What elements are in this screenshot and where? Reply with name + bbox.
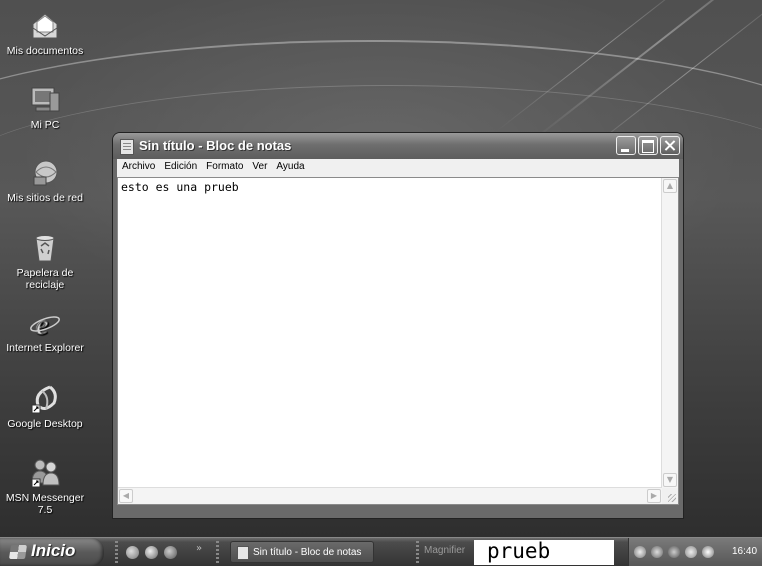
tray-network-icon[interactable] [651, 546, 663, 558]
desktop-icon-msn-messenger[interactable]: MSN Messenger 7.5 [5, 457, 85, 516]
toolbar-grip[interactable] [115, 541, 118, 563]
desktop-icon-label: Mi PC [30, 119, 60, 131]
google-desktop-icon [28, 383, 62, 415]
window-titlebar[interactable]: Sin título - Bloc de notas [113, 133, 683, 159]
toolbar-grip[interactable] [416, 541, 419, 563]
scroll-left-arrow-icon[interactable]: ◀ [119, 489, 133, 503]
tray-messenger-icon[interactable] [685, 546, 697, 558]
horizontal-scrollbar[interactable]: ◀ ▶ [118, 487, 662, 504]
tray-sound-icon[interactable] [634, 546, 646, 558]
minimize-button[interactable] [616, 136, 636, 155]
desktop-icon-label: Mis sitios de red [7, 192, 83, 204]
desktop-icon-label: Papelera de reciclaje [16, 267, 74, 291]
notepad-icon[interactable] [120, 139, 134, 155]
taskbar: Inicio » Sin título - Bloc de notas Magn… [0, 537, 762, 566]
toolbar-grip[interactable] [216, 541, 219, 563]
notepad-icon [237, 546, 249, 560]
editor-text[interactable]: esto es una prueb [121, 180, 239, 194]
window-title: Sin título - Bloc de notas [139, 138, 292, 153]
recycle-bin-icon [28, 232, 62, 264]
tray-google-desktop-icon[interactable] [702, 546, 714, 558]
start-label: Inicio [31, 541, 76, 560]
system-tray: 16:40 [628, 538, 762, 566]
clock[interactable]: 16:40 [732, 546, 757, 557]
msn-messenger-icon [28, 457, 62, 489]
scroll-down-arrow-icon[interactable]: ▼ [663, 473, 677, 487]
close-button[interactable] [660, 136, 680, 155]
vertical-scrollbar[interactable]: ▲ ▼ [661, 178, 678, 488]
desktop-icon-network-places[interactable]: Mis sitios de red [5, 157, 85, 204]
start-button[interactable]: Inicio [0, 538, 104, 566]
scroll-up-arrow-icon[interactable]: ▲ [663, 179, 677, 193]
quick-launch-media-icon[interactable] [126, 546, 139, 559]
menu-archivo[interactable]: Archivo [117, 159, 159, 172]
scroll-right-arrow-icon[interactable]: ▶ [647, 489, 661, 503]
menu-bar: Archivo Edición Formato Ver Ayuda [117, 159, 679, 177]
magnifier-label: Magnifier [424, 545, 466, 556]
magnifier-view: prueb [474, 539, 614, 565]
desktop-icon-google-desktop[interactable]: Google Desktop [5, 383, 85, 430]
my-documents-icon [28, 10, 62, 42]
network-places-icon [28, 157, 62, 189]
desktop-icon-label: Mis documentos [6, 45, 84, 57]
desktop-icon-label: Internet Explorer [6, 342, 84, 354]
notepad-window[interactable]: Sin título - Bloc de notas Archivo Edició… [113, 133, 683, 518]
desktop-icon-my-documents[interactable]: Mis documentos [5, 10, 85, 57]
internet-explorer-icon: e [28, 307, 62, 341]
tray-security-icon[interactable] [668, 546, 680, 558]
svg-text:e: e [35, 308, 48, 339]
text-editor[interactable]: esto es una prueb ▲ ▼ ◀ ▶ [117, 177, 679, 505]
desktop-icon-internet-explorer[interactable]: e Internet Explorer [5, 307, 85, 354]
menu-edicion[interactable]: Edición [159, 159, 201, 172]
desktop-icon-recycle-bin[interactable]: Papelera de reciclaje [5, 232, 85, 291]
quick-launch-browser-icon[interactable] [145, 546, 158, 559]
quick-launch-chevron-icon[interactable]: » [196, 543, 202, 554]
menu-ayuda[interactable]: Ayuda [271, 159, 308, 172]
taskbar-button-notepad[interactable]: Sin título - Bloc de notas [230, 541, 374, 563]
maximize-button[interactable] [638, 136, 658, 155]
taskbar-button-label: Sin título - Bloc de notas [253, 547, 362, 558]
resize-grip-icon[interactable] [662, 488, 678, 504]
menu-ver[interactable]: Ver [247, 159, 271, 172]
desktop: Mis documentos Mi PC Mis sitios de red P… [0, 0, 762, 566]
desktop-icon-label: Google Desktop [7, 418, 83, 430]
desktop-icon-label: MSN Messenger 7.5 [5, 492, 85, 516]
windows-logo-icon [9, 545, 27, 559]
menu-formato[interactable]: Formato [201, 159, 247, 172]
quick-launch-messenger-icon[interactable] [164, 546, 177, 559]
desktop-icon-my-computer[interactable]: Mi PC [5, 84, 85, 131]
my-computer-icon [28, 84, 62, 116]
magnifier-text: prueb [487, 539, 551, 563]
